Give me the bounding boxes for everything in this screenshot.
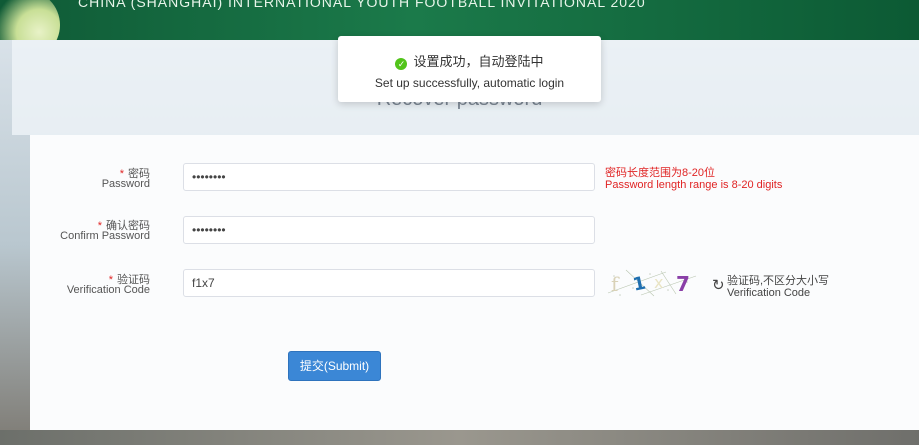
check-circle-icon: ✓ bbox=[395, 58, 408, 70]
captcha-char: 7 bbox=[676, 272, 690, 296]
captcha-char: 1 bbox=[631, 273, 648, 296]
captcha-char: f bbox=[611, 272, 620, 296]
confirm-password-field[interactable] bbox=[183, 216, 595, 244]
captcha-hint: 验证码,不区分大小写 Verification Code bbox=[727, 275, 829, 299]
password-field[interactable] bbox=[183, 163, 595, 191]
verification-code-field[interactable] bbox=[183, 269, 595, 297]
toast-message-cn: 设置成功，自动登陆中 bbox=[413, 54, 544, 69]
site-header-banner: CHINA (SHANGHAI) INTERNATIONAL YOUTH FOO… bbox=[0, 0, 919, 40]
captcha-hint-en: Verification Code bbox=[727, 287, 811, 299]
password-error-cn: 密码长度范围为8-20位 bbox=[605, 167, 716, 179]
success-toast: ✓ 设置成功，自动登陆中 Set up successfully, automat… bbox=[338, 36, 601, 102]
password-label-en: Password bbox=[101, 178, 150, 190]
captcha-hint-cn: 验证码,不区分大小写 bbox=[727, 275, 830, 287]
logo-swoosh bbox=[0, 0, 60, 40]
captcha-char: x bbox=[654, 273, 663, 292]
password-error-en: Password length range is 8-20 digits bbox=[605, 179, 783, 191]
captcha-image[interactable]: f 1 x 7 bbox=[606, 268, 706, 298]
toast-message-en: Set up successfully, automatic login bbox=[374, 76, 565, 90]
refresh-icon[interactable]: ↻ bbox=[712, 276, 725, 294]
site-title: CHINA (SHANGHAI) INTERNATIONAL YOUTH FOO… bbox=[78, 0, 646, 10]
verification-label-en: Verification Code bbox=[66, 284, 150, 296]
submit-button[interactable]: 提交(Submit) bbox=[288, 351, 381, 381]
background-city-strip bbox=[0, 430, 919, 445]
confirm-password-label-en: Confirm Password bbox=[60, 230, 150, 242]
